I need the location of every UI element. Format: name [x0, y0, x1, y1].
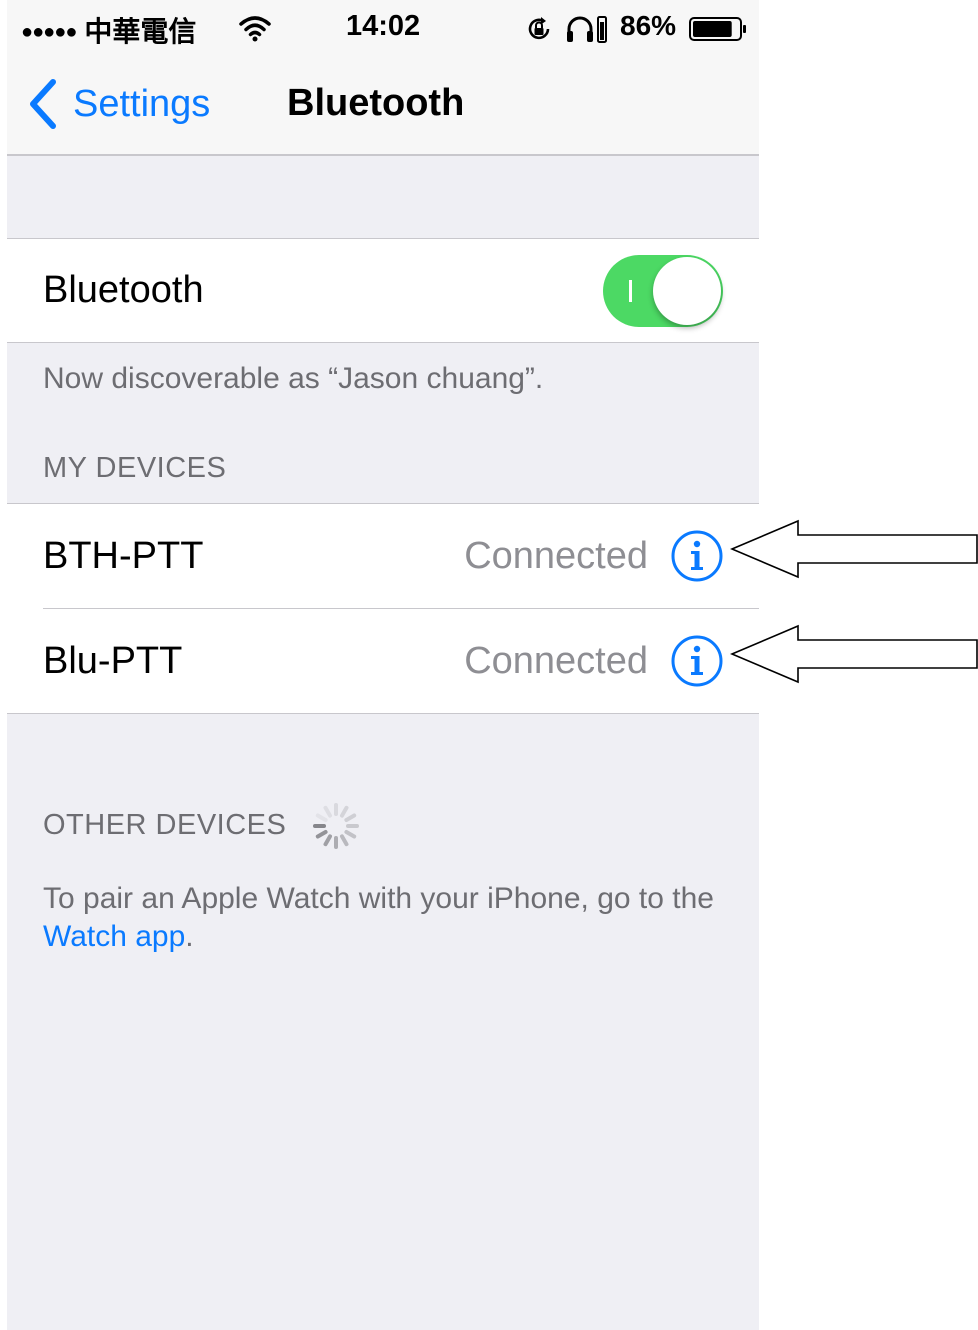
watch-text-suffix: . — [185, 920, 194, 953]
battery-percent: 86% — [620, 10, 677, 41]
discoverable-text: Now discoverable as “Jason chuang”. — [43, 362, 544, 395]
wifi-icon — [239, 16, 271, 42]
navigation-bar: Settings Bluetooth — [7, 58, 759, 156]
my-devices-header: MY DEVICES — [43, 452, 227, 484]
bluetooth-toggle-row: Bluetooth — [7, 238, 759, 343]
other-devices-header: OTHER DEVICES — [43, 809, 287, 841]
status-time: 14:02 — [346, 10, 421, 42]
device-name: BTH-PTT — [43, 535, 204, 577]
bluetooth-toggle[interactable] — [603, 255, 723, 327]
annotation-arrow-icon — [730, 519, 978, 579]
loading-spinner-icon — [313, 803, 359, 849]
carrier-name: 中華電信 — [84, 16, 197, 47]
my-devices-list: BTH-PTT Connected Blu-PTT Connected — [7, 503, 759, 714]
carrier-info: ●●●●● 中華電信 — [21, 10, 196, 50]
watch-text-prefix: To pair an Apple Watch with your iPhone,… — [43, 882, 714, 915]
apple-watch-hint: To pair an Apple Watch with your iPhone,… — [43, 880, 733, 956]
toggle-knob — [653, 257, 721, 325]
battery-icon — [689, 17, 746, 41]
device-status: Connected — [464, 640, 648, 682]
settings-screen: ●●●●● 中華電信 14:02 86% Settings Bluetooth … — [7, 0, 759, 1330]
back-button[interactable]: Settings — [25, 76, 210, 132]
annotation-arrow-icon — [730, 624, 978, 684]
device-name: Blu-PTT — [43, 640, 183, 682]
signal-strength-icon: ●●●●● — [21, 21, 77, 43]
device-row-bth-ptt[interactable]: BTH-PTT Connected — [7, 504, 759, 609]
bluetooth-label: Bluetooth — [43, 269, 204, 311]
back-button-label: Settings — [73, 82, 211, 125]
watch-app-link[interactable]: Watch app — [43, 920, 185, 953]
info-icon[interactable] — [670, 529, 724, 583]
rotation-lock-icon — [528, 17, 550, 40]
page-title: Bluetooth — [287, 82, 465, 124]
toggle-on-mark — [629, 280, 632, 302]
chevron-left-icon — [30, 79, 56, 129]
info-icon[interactable] — [670, 634, 724, 688]
headphones-icon — [567, 16, 607, 43]
status-bar: ●●●●● 中華電信 14:02 86% — [7, 0, 759, 58]
device-row-blu-ptt[interactable]: Blu-PTT Connected — [7, 609, 759, 713]
device-status: Connected — [464, 535, 648, 577]
